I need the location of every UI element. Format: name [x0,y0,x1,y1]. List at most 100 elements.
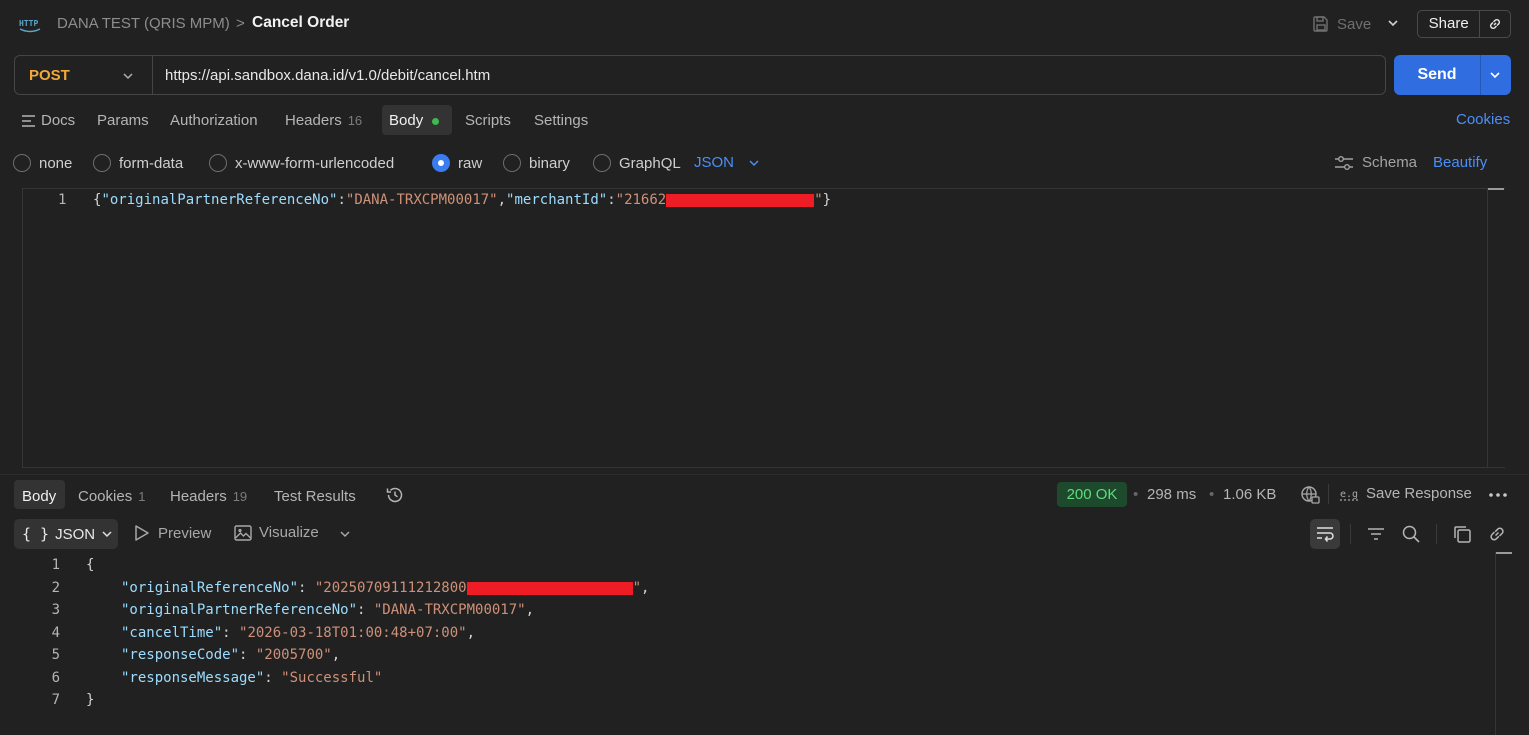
radio-binary[interactable]: binary [503,154,570,172]
res-tab-cookies-label: Cookies [78,488,133,505]
radio-none[interactable]: none [13,154,72,172]
request-body-code: {"originalPartnerReferenceNo":"DANA-TRXC… [93,192,831,208]
json-brace: } [822,192,832,208]
response-format-select[interactable]: { } JSON [14,519,118,549]
share-button[interactable]: Share [1418,11,1481,37]
send-options-chevron-icon[interactable] [1488,68,1502,82]
json-line: "responseMessage": "Successful" [121,670,383,686]
url-input[interactable]: https://api.sandbox.dana.id/v1.0/debit/c… [165,67,490,84]
res-tab-cookies[interactable]: Cookies 1 [78,486,145,508]
json-string: "Successful" [281,670,383,686]
response-format-label: JSON [55,525,96,543]
radio-raw-label: raw [458,154,483,172]
save-label: Save [1337,15,1372,33]
json-string: "2005700" [255,647,332,663]
res-tab-body[interactable]: Body [22,486,56,508]
status-badge[interactable]: 200 OK [1057,482,1127,507]
radio-none-label: none [39,154,73,172]
filter-icon[interactable] [1366,524,1386,544]
line-number: 2 [51,580,60,596]
method-chevron-down-icon[interactable] [121,69,135,83]
radio-urlencoded-circle [209,154,227,172]
json-comma: , [641,580,650,596]
request-title[interactable]: Cancel Order [252,14,349,32]
request-body-editor[interactable] [22,188,1505,468]
json-string: "DANA-TRXCPM00017" [345,192,498,208]
response-scrollbar[interactable] [1495,552,1496,735]
toolbar-divider [1436,524,1437,544]
tab-authorization[interactable]: Authorization [170,110,258,132]
res-tab-headers-count: 19 [232,489,248,504]
send-button[interactable]: Send [1394,55,1480,95]
top-bar: HTTP DANA TEST (QRIS MPM) > Cancel Order… [0,0,1529,48]
line-number: 3 [51,602,60,618]
json-string: "21662 [615,192,667,208]
json-key: "originalReferenceNo" [121,580,299,596]
json-key: "originalPartnerReferenceNo" [121,602,358,618]
radio-urlencoded[interactable]: x-www-form-urlencoded [209,154,394,172]
visualize-button[interactable]: Visualize [234,524,319,541]
visualize-chevron-down-icon[interactable] [338,527,352,541]
preview-button[interactable]: Preview [134,524,211,542]
json-braces-icon: { } [22,525,50,543]
editor-scroll-marker [1488,188,1504,190]
tab-headers-label: Headers [285,112,342,129]
radio-binary-circle [503,154,521,172]
json-comma: , [497,192,507,208]
network-globe-icon[interactable] [1300,485,1320,505]
http-request-icon: HTTP [18,12,42,36]
pane-divider[interactable] [0,474,1529,475]
redaction-bar [466,581,633,595]
res-tab-headers[interactable]: Headers 19 [170,486,247,508]
beautify-button[interactable]: Beautify [1433,154,1487,171]
save-button[interactable]: Save [1312,12,1371,36]
save-response-button[interactable]: e.g Save Response [1340,485,1472,502]
save-options-chevron-icon[interactable] [1385,15,1401,31]
radio-raw[interactable]: raw [432,154,482,172]
http-method-select[interactable]: POST [29,67,70,84]
response-time[interactable]: 298 ms [1147,486,1196,503]
body-modified-dot [432,117,440,125]
copy-icon[interactable] [1452,524,1472,544]
meta-separator: • [1209,486,1215,503]
cookies-link[interactable]: Cookies [1456,111,1510,128]
radio-form-data[interactable]: form-data [93,154,183,172]
radio-none-circle [13,154,31,172]
breadcrumb-separator: > [236,15,245,32]
json-brace: } [86,692,95,708]
raw-format-select[interactable]: JSON [694,154,760,171]
json-comma: , [466,625,476,641]
radio-graphql[interactable]: GraphQL [593,154,681,172]
tab-headers-count: 16 [347,113,363,128]
response-size[interactable]: 1.06 KB [1223,486,1276,503]
tab-settings[interactable]: Settings [534,110,588,132]
res-tab-headers-label: Headers [170,488,227,505]
response-link-icon[interactable] [1487,524,1507,544]
radio-urlencoded-label: x-www-form-urlencoded [235,154,395,172]
copy-link-icon[interactable] [1480,11,1510,37]
radio-form-data-circle [93,154,111,172]
tab-scripts[interactable]: Scripts [465,110,511,132]
breadcrumb-collection[interactable]: DANA TEST (QRIS MPM) [57,15,230,32]
radio-form-data-label: form-data [119,154,184,172]
more-options-icon[interactable] [1488,492,1508,498]
history-icon[interactable] [385,485,405,505]
tab-headers[interactable]: Headers 16 [285,110,362,132]
json-comma: , [525,602,535,618]
tab-body[interactable]: Body [389,110,440,132]
radio-graphql-label: GraphQL [619,154,681,172]
json-string-end: " [632,580,642,596]
res-tab-test-results[interactable]: Test Results [274,486,356,508]
json-comma: , [331,647,341,663]
line-number: 4 [51,625,60,641]
save-response-label: Save Response [1366,485,1472,502]
search-icon[interactable] [1401,524,1421,544]
toolbar-divider [1350,524,1351,544]
schema-button[interactable]: Schema [1334,154,1417,171]
tab-params[interactable]: Params [97,110,149,132]
json-brace: { [86,557,95,573]
tab-docs[interactable]: Docs [41,110,75,132]
editor-scrollbar[interactable] [1487,188,1505,468]
schema-label: Schema [1362,154,1418,171]
word-wrap-button[interactable] [1310,519,1340,549]
